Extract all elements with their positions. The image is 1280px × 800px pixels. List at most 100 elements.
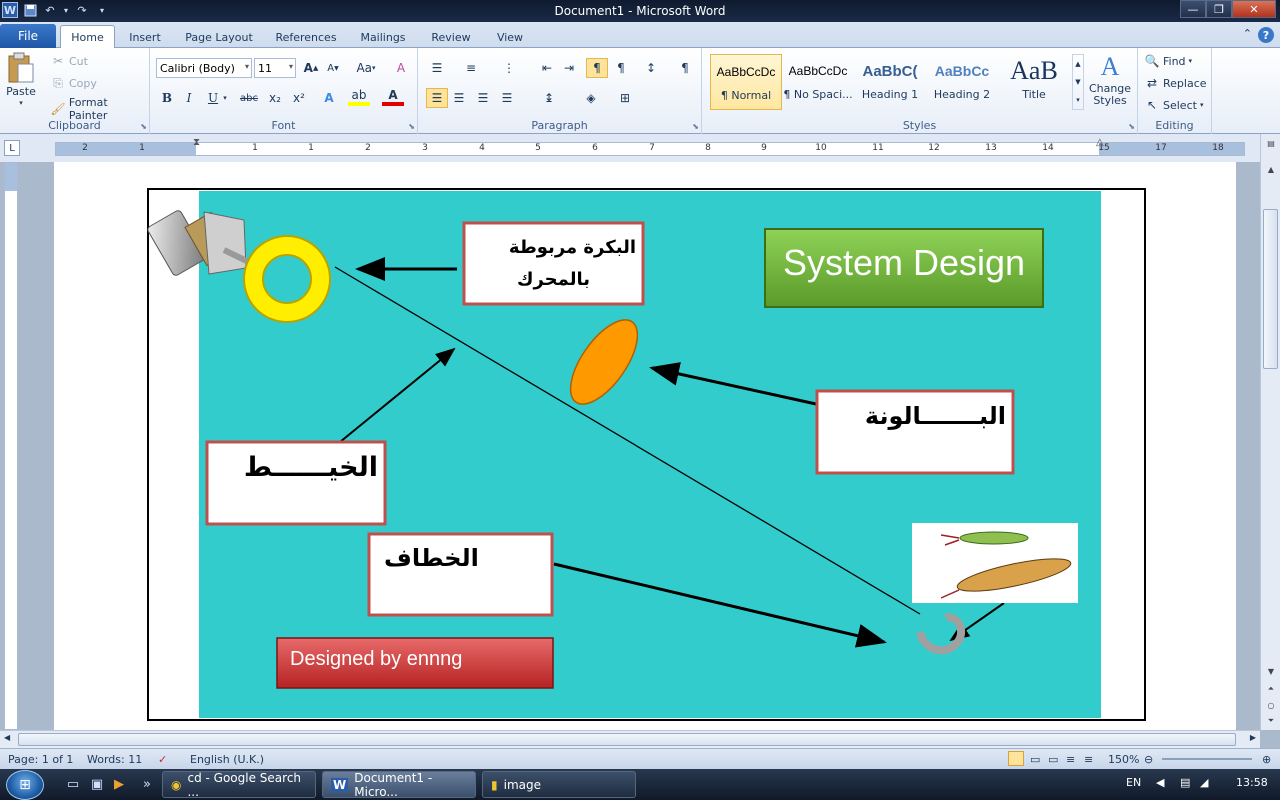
justify-button[interactable]: ☰ [496, 88, 518, 108]
minimize-button[interactable]: — [1180, 0, 1206, 18]
prev-page-icon[interactable]: ⏶ [1264, 682, 1278, 696]
align-left-button[interactable]: ☰ [426, 88, 448, 108]
multilevel-list-button[interactable]: ⋮ [498, 58, 520, 78]
help-icon[interactable]: ? [1258, 27, 1274, 43]
restore-button[interactable]: ❐ [1206, 0, 1232, 18]
highlight-button[interactable]: ab [348, 88, 370, 106]
change-case-button[interactable]: Aa ▾ [352, 58, 380, 78]
proofing-icon[interactable]: ✓ [158, 753, 167, 766]
ruler-toggle-icon[interactable]: ▤ [1264, 136, 1278, 150]
horizontal-scrollbar[interactable]: ◀ ▶ [0, 730, 1260, 748]
zoom-out-icon[interactable]: ⊖ [1144, 753, 1153, 766]
print-layout-icon[interactable] [1008, 751, 1024, 766]
zoom-in-icon[interactable]: ⊕ [1262, 753, 1271, 766]
italic-button[interactable]: I [178, 88, 200, 108]
font-launcher-icon[interactable]: ⬊ [408, 122, 415, 131]
next-page-icon[interactable]: ⏷ [1264, 714, 1278, 728]
shading-button[interactable]: ◈ [580, 88, 602, 108]
quicklaunch-more-icon[interactable]: » [138, 775, 156, 793]
tab-file[interactable]: File [0, 24, 56, 48]
grow-font-button[interactable]: A ▲ [300, 58, 322, 78]
styles-scroll[interactable]: ▲ ▼ ▾ [1072, 54, 1084, 110]
paste-button[interactable]: Paste ▾ [6, 52, 36, 107]
indent-marker-icon[interactable]: ⧗ [193, 137, 200, 148]
align-center-button[interactable]: ☰ [448, 88, 470, 108]
strikethrough-button[interactable]: abc [236, 88, 262, 108]
superscript-button[interactable]: x² [288, 88, 310, 108]
clear-formatting-button[interactable]: A [390, 58, 412, 78]
style-heading-1[interactable]: AaBbC( Heading 1 [854, 54, 926, 110]
diagram-canvas[interactable] [54, 162, 1236, 730]
clock[interactable]: 13:58 [1236, 776, 1268, 789]
tab-home[interactable]: Home [60, 25, 115, 48]
replace-button[interactable]: ⇄ Replace [1144, 75, 1207, 91]
draft-icon[interactable]: ≡ [1084, 753, 1093, 766]
tab-mailings[interactable]: Mailings [354, 26, 412, 48]
styles-launcher-icon[interactable]: ⬊ [1128, 122, 1135, 131]
zoom-slider[interactable] [1162, 758, 1252, 760]
select-button[interactable]: ↖ Select ▾ [1144, 97, 1203, 113]
document-page[interactable]: البكرة مربوطة بالمحرك البـــــــالونة ال… [54, 162, 1236, 730]
scroll-right-icon[interactable]: ▶ [1250, 733, 1256, 742]
tab-review[interactable]: Review [424, 26, 478, 48]
vertical-ruler[interactable] [4, 162, 18, 730]
decrease-indent-button[interactable]: ⇤ [536, 58, 558, 78]
copy-button[interactable]: ⎘ Copy [50, 75, 97, 91]
media-player-icon[interactable]: ▶ [110, 775, 128, 793]
horizontal-scroll-thumb[interactable] [18, 733, 1236, 746]
find-button[interactable]: 🔍 Find ▾ [1144, 53, 1193, 69]
minimize-ribbon-icon[interactable]: ⌃ [1243, 27, 1252, 40]
language-bar[interactable]: EN [1126, 776, 1141, 789]
shrink-font-button[interactable]: A ▼ [322, 58, 344, 78]
taskbar-folder[interactable]: ▮ image [482, 771, 636, 798]
numbering-button[interactable]: ≡ [460, 58, 482, 78]
word-count[interactable]: Words: 11 [87, 753, 142, 766]
designed-by-label[interactable]: Designed by ennng [290, 648, 550, 671]
show-desktop-icon[interactable]: ▭ [64, 775, 82, 793]
clipboard-launcher-icon[interactable]: ⬊ [140, 122, 147, 131]
horizontal-ruler[interactable]: 2 1 ⧗ 1 1 2 3 4 5 6 7 8 9 10 11 12 13 14… [55, 137, 1245, 156]
taskbar-word[interactable]: W Document1 - Micro... [322, 771, 476, 799]
align-right-button[interactable]: ☰ [472, 88, 494, 108]
full-screen-reading-icon[interactable]: ▭ [1030, 753, 1040, 766]
bullets-button[interactable]: ☰ [426, 58, 448, 78]
scroll-up-icon[interactable]: ▲ [1264, 162, 1278, 176]
outline-icon[interactable]: ≡ [1066, 753, 1075, 766]
tab-page-layout[interactable]: Page Layout [180, 26, 258, 48]
sort-button[interactable]: ↕ [640, 58, 662, 78]
page-count[interactable]: Page: 1 of 1 [8, 753, 73, 766]
font-color-button[interactable]: A [382, 88, 404, 106]
style-title[interactable]: AaB Title [998, 54, 1070, 110]
close-button[interactable]: ✕ [1232, 0, 1276, 18]
web-layout-icon[interactable]: ▭ [1048, 753, 1058, 766]
tray-expand-icon[interactable]: ◀ [1156, 776, 1164, 789]
tab-insert[interactable]: Insert [122, 26, 168, 48]
scroll-left-icon[interactable]: ◀ [4, 733, 10, 742]
volume-icon[interactable]: ◢ [1200, 776, 1208, 789]
increase-indent-button[interactable]: ⇥ [558, 58, 580, 78]
ltr-direction-button[interactable]: ¶ [586, 58, 608, 78]
bold-button[interactable]: B [156, 88, 178, 108]
browse-object-icon[interactable]: ○ [1264, 698, 1278, 712]
style-normal[interactable]: AaBbCcDc ¶ Normal [710, 54, 782, 110]
network-icon[interactable]: ▤ [1180, 776, 1190, 789]
borders-button[interactable]: ⊞ [614, 88, 636, 108]
cut-button[interactable]: ✂ Cut [50, 53, 88, 69]
text-effects-button[interactable]: A [318, 88, 340, 108]
tab-references[interactable]: References [270, 26, 342, 48]
style-no-spacing[interactable]: AaBbCcDc ¶ No Spaci... [782, 54, 854, 110]
zoom-level[interactable]: 150% [1108, 753, 1139, 766]
paragraph-launcher-icon[interactable]: ⬊ [692, 122, 699, 131]
document-area[interactable]: البكرة مربوطة بالمحرك البـــــــالونة ال… [22, 162, 1260, 730]
taskbar-chrome[interactable]: ◉ cd - Google Search ... [162, 771, 316, 799]
style-heading-2[interactable]: AaBbCc Heading 2 [926, 54, 998, 110]
line-spacing-button[interactable]: ↨ [538, 88, 560, 108]
vertical-scrollbar[interactable]: ▤ ▲ ▼ ⏶ ○ ⏷ [1260, 134, 1280, 730]
show-formatting-button[interactable]: ¶ [674, 58, 696, 78]
system-design-label[interactable]: System Design [765, 242, 1043, 284]
vertical-scroll-thumb[interactable] [1263, 209, 1278, 369]
font-family-combo[interactable]: Calibri (Body) ▾ [156, 58, 252, 78]
rtl-direction-button[interactable]: ¶ [610, 58, 632, 78]
tab-selector[interactable]: L [4, 140, 20, 156]
underline-dropdown-icon[interactable]: ▾ [220, 88, 230, 108]
